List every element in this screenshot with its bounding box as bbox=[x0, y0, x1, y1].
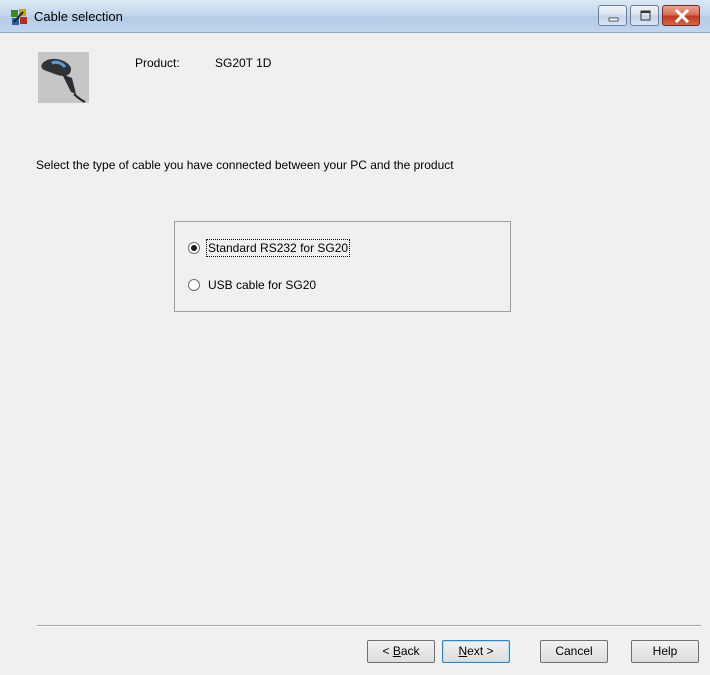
window-title: Cable selection bbox=[34, 9, 123, 24]
title-bar[interactable]: Cable selection bbox=[0, 0, 710, 33]
app-icon bbox=[11, 9, 27, 25]
instruction-text: Select the type of cable you have connec… bbox=[36, 158, 454, 172]
radio-option-usb[interactable]: USB cable for SG20 bbox=[188, 277, 316, 293]
close-icon bbox=[674, 8, 690, 24]
product-image bbox=[38, 52, 89, 103]
cable-options-group bbox=[174, 221, 511, 312]
product-value: SG20T 1D bbox=[215, 56, 272, 70]
close-button[interactable] bbox=[662, 5, 700, 26]
radio-option-rs232[interactable]: Standard RS232 for SG20 bbox=[188, 239, 351, 257]
maximize-icon bbox=[640, 10, 651, 21]
radio-label-rs232: Standard RS232 for SG20 bbox=[205, 239, 351, 257]
help-button[interactable]: Help bbox=[631, 640, 699, 663]
back-button[interactable]: < Back bbox=[367, 640, 435, 663]
next-button[interactable]: Next > bbox=[442, 640, 510, 663]
radio-button-usb[interactable] bbox=[188, 279, 200, 291]
footer-separator bbox=[37, 625, 701, 627]
maximize-button[interactable] bbox=[630, 5, 659, 26]
cancel-button[interactable]: Cancel bbox=[540, 640, 608, 663]
product-label: Product: bbox=[135, 56, 180, 70]
minimize-button[interactable] bbox=[598, 5, 627, 26]
radio-label-usb: USB cable for SG20 bbox=[208, 278, 317, 292]
barcode-scanner-icon bbox=[38, 52, 89, 103]
minimize-icon bbox=[608, 17, 619, 22]
radio-button-rs232[interactable] bbox=[188, 242, 200, 254]
